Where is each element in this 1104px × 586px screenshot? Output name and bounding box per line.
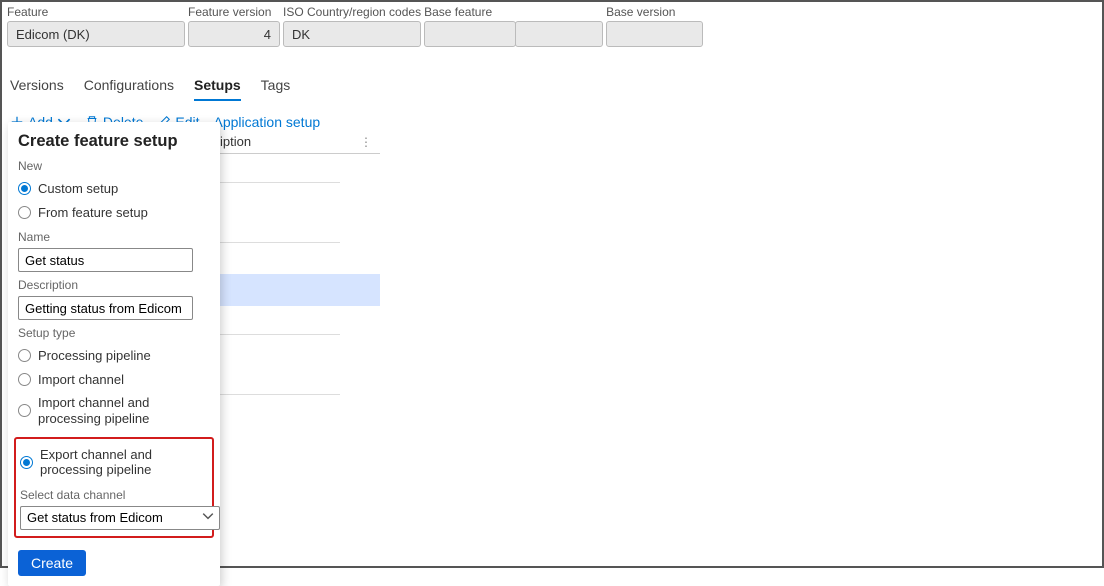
radio-processing-pipeline[interactable]: Processing pipeline (18, 344, 210, 368)
tab-tags[interactable]: Tags (261, 73, 291, 101)
radio-import-channel-label: Import channel (38, 372, 124, 388)
tab-configurations[interactable]: Configurations (84, 73, 174, 101)
feature-version-input[interactable] (188, 21, 280, 47)
tab-versions[interactable]: Versions (10, 73, 64, 101)
header-fields: Feature Feature version ISO Country/regi… (2, 2, 1102, 53)
radio-processing-pipeline-label: Processing pipeline (38, 348, 151, 364)
radio-icon (18, 182, 31, 195)
radio-import-and-processing-label: Import channel and processing pipeline (38, 395, 210, 426)
radio-export-and-processing-label: Export channel and processing pipeline (40, 447, 208, 478)
table-row[interactable] (220, 182, 380, 214)
description-input[interactable] (18, 296, 193, 320)
application-setup-button[interactable]: Application setup (214, 114, 321, 130)
radio-icon (18, 349, 31, 362)
setup-type-label: Setup type (18, 326, 210, 340)
radio-export-and-processing[interactable]: Export channel and processing pipeline (20, 443, 208, 482)
dialog-title: Create feature setup (18, 132, 210, 151)
feature-version-label: Feature version (188, 5, 280, 19)
highlighted-section: Export channel and processing pipeline S… (14, 437, 214, 538)
column-description-partial: iption (220, 134, 251, 149)
grid-area: iption ⋮ (220, 130, 380, 426)
base-feature-label: Base feature (424, 5, 603, 19)
tab-setups[interactable]: Setups (194, 73, 241, 101)
base-feature-input-2[interactable] (515, 21, 603, 47)
iso-input[interactable] (283, 21, 421, 47)
table-row[interactable] (220, 334, 380, 366)
radio-icon (20, 456, 33, 469)
radio-import-and-processing[interactable]: Import channel and processing pipeline (18, 391, 210, 430)
more-icon[interactable]: ⋮ (360, 135, 380, 149)
name-input[interactable] (18, 248, 193, 272)
base-feature-input-1[interactable] (424, 21, 516, 47)
radio-icon (18, 373, 31, 386)
tabs: Versions Configurations Setups Tags (2, 73, 1102, 102)
radio-from-feature-setup-label: From feature setup (38, 205, 148, 221)
feature-input[interactable] (7, 21, 185, 47)
radio-icon (18, 206, 31, 219)
radio-from-feature-setup[interactable]: From feature setup (18, 201, 210, 225)
radio-import-channel[interactable]: Import channel (18, 368, 210, 392)
radio-custom-setup[interactable]: Custom setup (18, 177, 210, 201)
new-section-label: New (18, 159, 210, 173)
grid-header: iption ⋮ (220, 130, 380, 154)
description-label: Description (18, 278, 210, 292)
table-row[interactable] (220, 242, 380, 274)
create-feature-setup-dialog: Create feature setup New Custom setup Fr… (8, 122, 220, 586)
base-version-input[interactable] (606, 21, 703, 47)
base-version-label: Base version (606, 5, 703, 19)
application-setup-label: Application setup (214, 114, 321, 130)
table-row[interactable] (220, 394, 380, 426)
select-data-channel-label: Select data channel (20, 488, 208, 502)
table-row[interactable] (220, 274, 380, 306)
name-label: Name (18, 230, 210, 244)
create-button[interactable]: Create (18, 550, 86, 576)
radio-custom-setup-label: Custom setup (38, 181, 118, 197)
data-channel-select[interactable] (20, 506, 220, 530)
radio-icon (18, 404, 31, 417)
feature-label: Feature (7, 5, 185, 19)
iso-label: ISO Country/region codes (283, 5, 421, 19)
